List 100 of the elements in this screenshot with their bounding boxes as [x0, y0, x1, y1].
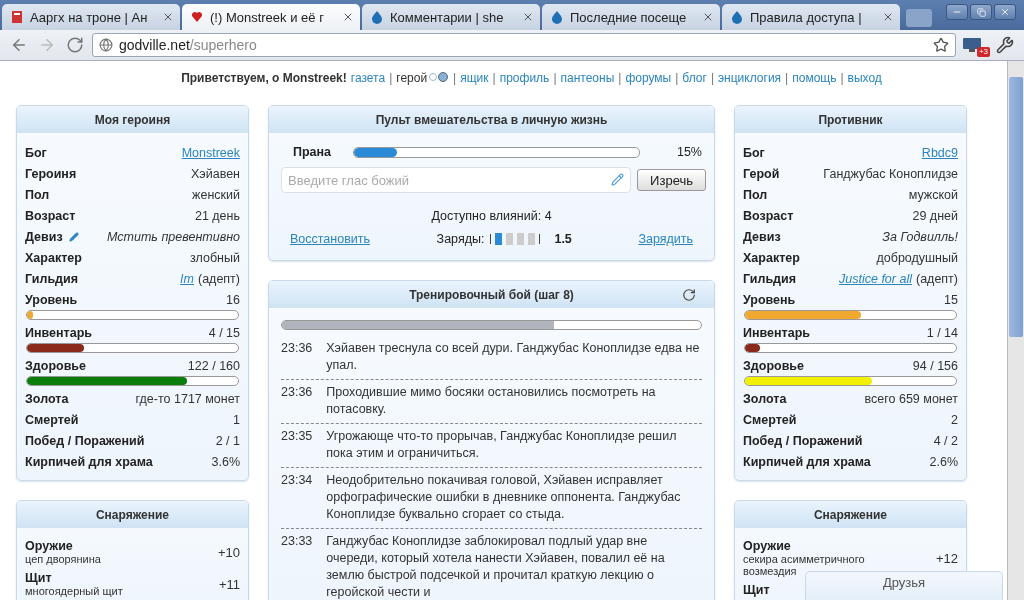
close-icon[interactable]: [342, 11, 354, 23]
back-icon: [10, 36, 28, 54]
guild-link[interactable]: Im: [180, 271, 194, 286]
extension-button[interactable]: +3: [962, 34, 988, 56]
stat-value: 122 / 160: [187, 358, 240, 373]
log-time: 23:33: [281, 533, 313, 550]
refresh-button[interactable]: [682, 287, 696, 302]
equipment-bonus: +11: [218, 576, 240, 592]
wrench-button[interactable]: [994, 34, 1016, 56]
stat-value: За Годвилль!: [882, 229, 958, 244]
stat-label: Здоровье: [743, 358, 804, 373]
god-link[interactable]: Rbdc9: [921, 145, 958, 160]
stat-value: (адепт): [915, 271, 958, 286]
stat-label: Смертей: [25, 412, 79, 427]
log-message: Угрожающе что-то прорычав, Ганджубас Коноплидзе решил пока этим и ограничиться.: [326, 428, 678, 462]
stat-label: Гильдия: [25, 271, 78, 286]
stat-label: Возраст: [743, 208, 794, 223]
equipment-slot: Щит: [25, 571, 123, 585]
drop-icon: [370, 10, 384, 24]
prana-reading: 15%: [675, 145, 702, 159]
close-icon[interactable]: [522, 11, 534, 23]
nav-separator: |: [785, 71, 789, 85]
stat-value: 1 / 14: [926, 325, 958, 340]
log-time: 23:36: [281, 384, 313, 401]
close-icon[interactable]: [162, 11, 174, 23]
restore-button[interactable]: [970, 4, 992, 20]
nav-current: герой: [396, 71, 428, 85]
log-time: 23:36: [281, 340, 313, 357]
panel-title: Противник: [818, 112, 883, 127]
stat-value: 4 / 2: [933, 433, 958, 448]
close-button[interactable]: [994, 4, 1016, 20]
nav-link[interactable]: профиль: [499, 71, 550, 85]
browser-tab[interactable]: Комментарии | she: [362, 4, 540, 30]
stat-label: Уровень: [25, 292, 78, 307]
pencil-icon[interactable]: [68, 231, 79, 242]
stat-value: 15: [944, 292, 958, 307]
minimize-button[interactable]: [946, 4, 968, 20]
log-message: Неодобрительно покачивая головой, Хэйавен исправляет орфографические ошибки в дневнике оппонента. Ганджубас Коноплидзе буквально сгорает со стыда.: [326, 472, 682, 523]
scrollbar-thumb[interactable]: [1009, 77, 1023, 337]
charge-link[interactable]: Зарядить: [638, 232, 693, 246]
stat-value: где-то 1717 монет: [135, 391, 240, 406]
stat-value: 2: [951, 412, 958, 427]
pencil-icon[interactable]: [611, 173, 625, 186]
say-button[interactable]: Изречь: [637, 169, 706, 191]
log-message: Проходившие мимо босяки остановились посмотреть на потасовку.: [326, 384, 657, 418]
notification-badge: +3: [976, 47, 990, 57]
stat-value: 29 дней: [912, 208, 958, 223]
stat-label: Кирпичей для храма: [743, 454, 871, 469]
nav-link[interactable]: форумы: [625, 71, 672, 85]
log-time: 23:35: [281, 428, 313, 445]
drop-icon: [730, 10, 744, 24]
log-message: Ганджубас Коноплидзе заблокировал подлый удар вне очереди, который хотела нанести Хэйавен, повалил её на землю быстрой подсечкой и прочитал краткую лекцию о геройской чести и: [326, 533, 666, 600]
equipment-slot: Щит: [743, 583, 770, 597]
nav-link[interactable]: энциклогия: [718, 71, 782, 85]
stat-label: Побед / Поражений: [25, 433, 145, 448]
browser-tab[interactable]: Правила доступа |: [722, 4, 900, 30]
stat-label: Побед / Поражений: [743, 433, 863, 448]
stat-label: Золота: [743, 391, 787, 406]
stat-label: Смертей: [743, 412, 797, 427]
guild-link[interactable]: Justice for all: [839, 271, 912, 286]
nav-link[interactable]: газета: [350, 71, 386, 85]
stat-label: Пол: [25, 187, 50, 202]
nav-separator: |: [618, 71, 622, 85]
log-message: Хэйавен треснула со всей дури. Ганджубас Коноплидзе едва не упал.: [326, 340, 701, 374]
browser-tab[interactable]: (!) Monstreek и её г: [182, 4, 360, 30]
stat-label: Бог: [25, 145, 47, 160]
stat-value: 94 / 156: [912, 358, 958, 373]
stat-value: добродушный: [876, 250, 958, 265]
status-icons: [429, 72, 450, 82]
reload-icon: [66, 36, 84, 54]
nav-link[interactable]: ящик: [460, 71, 489, 85]
voice-field[interactable]: Введите глас божий: [281, 167, 632, 193]
stat-value: 3.6%: [211, 454, 240, 469]
nav-link[interactable]: выход: [847, 71, 882, 85]
nav-link[interactable]: помощь: [792, 71, 837, 85]
charge-slots: [490, 234, 541, 244]
close-icon[interactable]: [882, 11, 894, 23]
god-link[interactable]: Monstreek: [181, 145, 240, 160]
nav-separator: |: [492, 71, 496, 85]
browser-tab[interactable]: Ааргх на троне | Ан: [2, 4, 180, 30]
nav-separator: |: [710, 71, 714, 85]
globe-icon: [99, 38, 113, 52]
drop-icon: [550, 10, 564, 24]
scrollbar[interactable]: [1007, 61, 1024, 600]
browser-tab[interactable]: Последние посеще: [542, 4, 720, 30]
restore-link[interactable]: Восстановить: [290, 232, 371, 246]
close-icon[interactable]: [702, 11, 714, 23]
equipment-item: многоядерный щит: [25, 585, 123, 597]
friends-tab[interactable]: Друзья: [805, 571, 1003, 600]
stat-value: 21 день: [194, 208, 240, 223]
nav-separator: |: [453, 71, 457, 85]
stat-label: Гильдия: [743, 271, 796, 286]
stat-label: Инвентарь: [25, 325, 92, 340]
star-icon[interactable]: [933, 37, 949, 53]
stat-label: Возраст: [25, 208, 76, 223]
nav-link[interactable]: блог: [682, 71, 707, 85]
nav-link[interactable]: пантеоны: [560, 71, 615, 85]
stat-value: Ганджубас Коноплидзе: [823, 166, 958, 181]
stat-label: Пол: [743, 187, 768, 202]
address-field[interactable]: godville.net/superhero: [92, 33, 956, 57]
